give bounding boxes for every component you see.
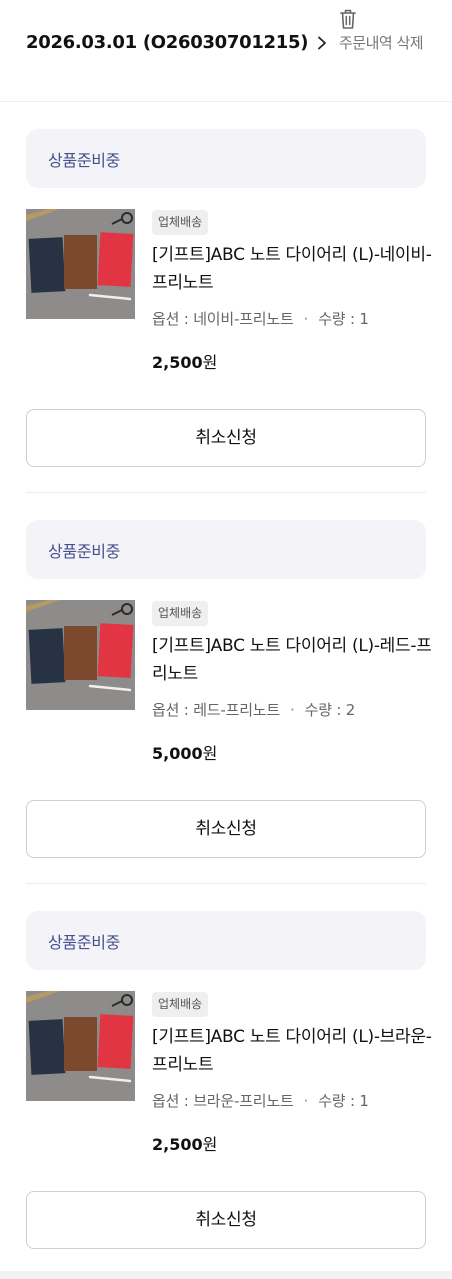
separator-dot: · xyxy=(303,1092,309,1110)
separator-dot: · xyxy=(303,310,309,328)
product-image[interactable] xyxy=(26,600,135,710)
product-price: 2,500원 xyxy=(152,1131,217,1155)
price-amount: 5,000 xyxy=(152,744,203,763)
product-options: 옵션 : 레드-프리노트 · 수량 : 2 xyxy=(152,699,355,720)
chevron-right-icon xyxy=(318,36,327,49)
product-options: 옵션 : 네이비-프리노트 · 수량 : 1 xyxy=(152,308,369,329)
price-amount: 2,500 xyxy=(152,1135,203,1154)
status-box: 상품준비중 xyxy=(26,911,426,970)
product-name[interactable]: [기프트]ABC 노트 다이어리 (L)-네이비-프리노트 xyxy=(152,241,432,297)
option-text: 옵션 : 네이비-프리노트 xyxy=(152,310,294,328)
product-name[interactable]: [기프트]ABC 노트 다이어리 (L)-브라운-프리노트 xyxy=(152,1023,432,1079)
order-item: 상품준비중 업체배송 [기프트]ABC 노트 다이어리 (L)-레드-프리노트 … xyxy=(0,493,452,884)
price-unit: 원 xyxy=(202,744,218,763)
bottom-bar xyxy=(0,1271,452,1279)
price-unit: 원 xyxy=(202,353,218,372)
order-status: 상품준비중 xyxy=(48,151,121,170)
order-date-number: 2026.03.01 (O26030701215) xyxy=(26,32,309,53)
order-item: 상품준비중 업체배송 [기프트]ABC 노트 다이어리 (L)-네이비-프리노트… xyxy=(0,102,452,493)
product-price: 2,500원 xyxy=(152,349,217,373)
product-image[interactable] xyxy=(26,209,135,319)
status-box: 상품준비중 xyxy=(26,520,426,579)
delete-order-label: 주문내역 삭제 xyxy=(339,34,424,52)
shipping-badge: 업체배송 xyxy=(152,992,209,1017)
price-unit: 원 xyxy=(202,1135,218,1154)
quantity-text: 수량 : 1 xyxy=(318,310,369,328)
order-detail-link[interactable]: 2026.03.01 (O26030701215) xyxy=(26,32,328,53)
cancel-request-button[interactable]: 취소신청 xyxy=(26,1191,426,1249)
trash-icon xyxy=(340,9,356,29)
shipping-badge: 업체배송 xyxy=(152,210,209,235)
delete-order-button[interactable]: 주문내역 삭제 xyxy=(339,8,439,54)
order-header: 2026.03.01 (O26030701215) 주문내역 삭제 xyxy=(0,0,452,102)
separator-dot: · xyxy=(290,701,295,719)
shipping-badge: 업체배송 xyxy=(152,601,209,626)
product-image[interactable] xyxy=(26,991,135,1101)
price-amount: 2,500 xyxy=(152,353,203,372)
quantity-text: 수량 : 2 xyxy=(304,701,356,719)
option-text: 옵션 : 브라운-프리노트 xyxy=(152,1092,294,1110)
quantity-text: 수량 : 1 xyxy=(318,1092,369,1110)
status-box: 상품준비중 xyxy=(26,129,426,188)
option-text: 옵션 : 레드-프리노트 xyxy=(152,701,281,719)
order-item: 상품준비중 업체배송 [기프트]ABC 노트 다이어리 (L)-브라운-프리노트… xyxy=(0,884,452,1275)
order-status: 상품준비중 xyxy=(48,933,121,952)
product-name[interactable]: [기프트]ABC 노트 다이어리 (L)-레드-프리노트 xyxy=(152,632,432,688)
product-price: 5,000원 xyxy=(152,740,217,764)
cancel-request-button[interactable]: 취소신청 xyxy=(26,800,426,858)
cancel-request-button[interactable]: 취소신청 xyxy=(26,409,426,467)
product-options: 옵션 : 브라운-프리노트 · 수량 : 1 xyxy=(152,1090,369,1111)
order-status: 상품준비중 xyxy=(48,542,121,561)
